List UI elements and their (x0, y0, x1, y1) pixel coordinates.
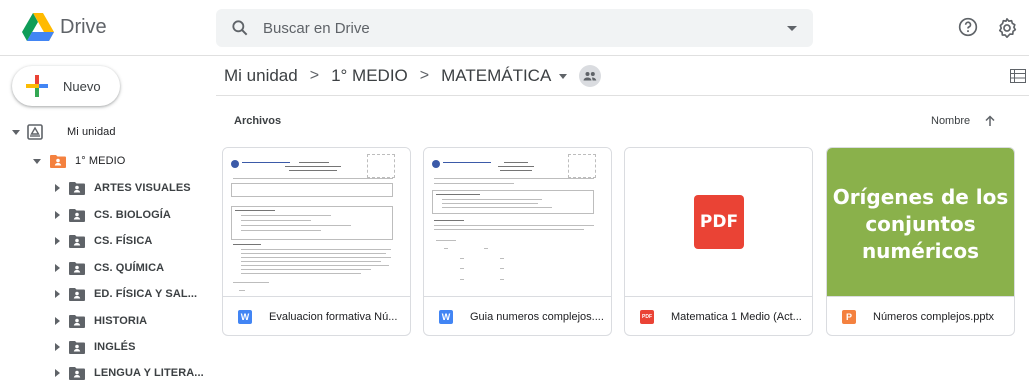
plus-icon (26, 75, 48, 97)
expand-arrow-icon[interactable] (55, 264, 60, 272)
tree-item-artes-visuales[interactable]: ARTES VISUALES (55, 175, 191, 201)
sort-direction-arrow-icon[interactable] (984, 115, 996, 127)
breadcrumb-separator: > (309, 67, 320, 84)
file-name: Números complejos.pptx (873, 311, 995, 323)
shared-folder-icon (50, 154, 66, 168)
people-icon (583, 72, 597, 81)
file-card-footer[interactable]: W Guia numeros complejos.... (424, 296, 611, 335)
settings-icon[interactable] (996, 17, 1018, 39)
help-icon[interactable] (958, 17, 978, 37)
tree-item-label: Mi unidad (67, 126, 116, 138)
pdf-file-icon: PDF (640, 310, 654, 324)
sort-control[interactable]: Nombre (931, 115, 996, 127)
sort-label[interactable]: Nombre (931, 115, 970, 127)
tree-item-my-drive[interactable]: Mi unidad (12, 119, 116, 145)
file-thumbnail[interactable]: Orígenes de los conjuntos numéricos (827, 148, 1014, 296)
shared-folder-icon (69, 314, 85, 328)
tree-item-label: CS. QUÍMICA (94, 262, 165, 274)
search-input[interactable]: Buscar en Drive (263, 20, 370, 37)
list-view-icon[interactable] (1010, 69, 1026, 83)
my-drive-icon (27, 124, 43, 140)
tree-item-label: CS. FÍSICA (94, 235, 153, 247)
shared-folder-icon (69, 181, 85, 195)
expand-arrow-icon[interactable] (55, 317, 60, 325)
tree-item-cs-fisica[interactable]: CS. FÍSICA (55, 228, 152, 254)
word-file-icon: W (238, 310, 252, 324)
expand-arrow-icon[interactable] (12, 129, 20, 135)
tree-item-ed-fisica[interactable]: ED. FÍSICA Y SAL... (55, 281, 197, 307)
file-name: Evaluacion formativa Nú... (269, 311, 398, 323)
file-card[interactable]: PDF PDF Matematica 1 Medio (Act... (624, 147, 813, 336)
file-card-footer[interactable]: W Evaluacion formativa Nú... (223, 296, 410, 335)
expand-arrow-icon[interactable] (55, 290, 60, 298)
drive-logo-icon (22, 13, 54, 41)
shared-folder-icon (69, 234, 85, 248)
file-name: Guia numeros complejos.... (470, 311, 604, 323)
expand-arrow-icon[interactable] (55, 343, 60, 351)
app-title: Drive (60, 15, 107, 38)
breadcrumb-current[interactable]: MATEMÁTICA (441, 66, 551, 86)
expand-arrow-icon[interactable] (33, 158, 41, 164)
search-bar[interactable]: Buscar en Drive (216, 9, 813, 47)
slide-title: Orígenes de los conjuntos numéricos (832, 185, 1009, 263)
tree-item-label: LENGUA Y LITERA... (94, 367, 204, 379)
tree-item-cs-quimica[interactable]: CS. QUÍMICA (55, 255, 164, 281)
expand-arrow-icon[interactable] (55, 184, 60, 192)
file-card-footer[interactable]: PDF Matematica 1 Medio (Act... (625, 296, 812, 335)
expand-arrow-icon[interactable] (55, 237, 60, 245)
file-card-footer[interactable]: P Números complejos.pptx (827, 296, 1014, 335)
divider (216, 95, 1029, 96)
word-file-icon: W (439, 310, 453, 324)
breadcrumb-separator: > (419, 67, 430, 84)
new-button-label: Nuevo (63, 79, 101, 94)
drive-logo[interactable]: Drive (22, 13, 107, 41)
file-card[interactable]: W Guia numeros complejos.... (423, 147, 612, 336)
tree-item-1-medio[interactable]: 1° MEDIO (33, 148, 125, 174)
shared-folder-icon (69, 287, 85, 301)
shared-folder-icon (69, 366, 85, 380)
new-button[interactable]: Nuevo (12, 66, 120, 106)
search-options-icon[interactable] (787, 26, 797, 31)
tree-item-lengua[interactable]: LENGUA Y LITERA... (55, 360, 204, 386)
tree-item-label: ARTES VISUALES (94, 182, 191, 194)
expand-arrow-icon[interactable] (55, 369, 60, 377)
tree-item-label: CS. BIOLOGÍA (94, 209, 171, 221)
file-name: Matematica 1 Medio (Act... (671, 311, 802, 323)
breadcrumb-item[interactable]: Mi unidad (224, 66, 298, 86)
shared-folder-icon (69, 208, 85, 222)
top-bar: Drive Buscar en Drive (0, 0, 1029, 56)
file-thumbnail[interactable] (223, 148, 410, 296)
tree-item-ingles[interactable]: INGLÉS (55, 334, 136, 360)
shared-folder-icon (69, 340, 85, 354)
breadcrumb: Mi unidad > 1° MEDIO > MATEMÁTICA (224, 65, 602, 87)
tree-item-historia[interactable]: HISTORIA (55, 308, 147, 334)
powerpoint-file-icon: P (842, 310, 856, 324)
tree-item-label: HISTORIA (94, 315, 148, 327)
tree-item-label: INGLÉS (94, 341, 136, 353)
shared-people-icon[interactable] (579, 65, 602, 87)
tree-item-label: 1° MEDIO (75, 155, 126, 167)
folder-menu-dropdown-icon[interactable] (559, 73, 568, 79)
file-thumbnail[interactable]: PDF (625, 148, 812, 296)
section-title: Archivos (234, 115, 282, 127)
breadcrumb-item[interactable]: 1° MEDIO (331, 66, 408, 86)
search-icon[interactable] (230, 18, 250, 38)
file-card[interactable]: W Evaluacion formativa Nú... (222, 147, 411, 336)
shared-folder-icon (69, 261, 85, 275)
file-card[interactable]: Orígenes de los conjuntos numéricos P Nú… (826, 147, 1015, 336)
pdf-thumbnail-icon: PDF (694, 195, 744, 249)
tree-item-label: ED. FÍSICA Y SAL... (94, 288, 198, 300)
expand-arrow-icon[interactable] (55, 211, 60, 219)
tree-item-cs-biologia[interactable]: CS. BIOLOGÍA (55, 202, 171, 228)
file-thumbnail[interactable] (424, 148, 611, 296)
